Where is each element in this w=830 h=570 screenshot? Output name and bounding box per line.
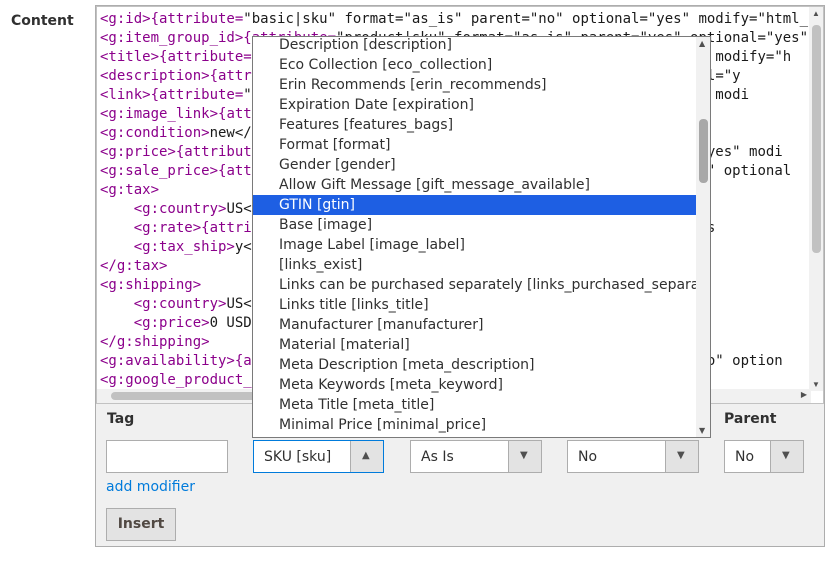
code-token: {attribute= [150,87,244,103]
code-token: {attribute= [150,11,244,27]
scroll-down-icon[interactable]: ▼ [699,426,705,435]
code-token: <g:tax_ship> [133,239,235,255]
code-token: <g:sale_price> [100,163,219,179]
add-modifier-link[interactable]: add modifier [106,479,195,495]
parent-select-value: No [735,449,755,465]
attribute-select-value: SKU [sku] [264,449,332,465]
code-token: <g:availability> [100,353,235,369]
chevron-down-icon: ▼ [782,450,790,461]
parent-select-toggle[interactable]: ▼ [770,441,803,472]
dropdown-option[interactable]: Meta Title [meta_title] [253,395,696,415]
dropdown-option[interactable]: Links can be purchased separately [links… [253,275,710,295]
code-token: <g:condition> [100,125,210,141]
chevron-down-icon: ▼ [677,450,685,461]
scroll-up-icon[interactable]: ▲ [699,39,705,48]
dropdown-option[interactable]: Description [description] [253,37,696,55]
insert-button[interactable]: Insert [106,508,176,541]
dropdown-option[interactable]: Eco Collection [eco_collection] [253,55,696,75]
code-token: {attri [201,220,252,236]
dropdown-option[interactable]: GTIN [gtin] [253,195,696,215]
attribute-dropdown-list[interactable]: Minimal Price [minimal_price] Meta Title … [252,36,711,438]
code-token: <g:country> [133,201,227,217]
parent-select[interactable]: No ▼ [724,440,804,473]
dropdown-option[interactable]: Allow Gift Message [gift_message_availab… [253,175,696,195]
code-token: <g:price> [133,315,210,331]
dropdown-option[interactable]: Erin Recommends [erin_recommends] [253,75,696,95]
dropdown-option[interactable]: Image Label [image_label] [253,235,696,255]
dropdown-option[interactable]: Base [image] [253,215,696,235]
optional-select[interactable]: No ▼ [567,440,699,473]
dropdown-scrollbar[interactable]: ▲ ▼ [696,37,710,437]
code-token: {att [218,163,252,179]
code-token: <title> [100,49,160,65]
dropdown-option[interactable]: Manufacturer [manufacturer] [253,315,696,335]
dropdown-option[interactable]: [links_exist] [253,255,696,275]
code-token: <g:image_link> [100,106,219,122]
code-token: <description> [100,68,210,84]
code-token: <g:rate> [133,220,202,236]
code-token: <g:item_group_id> [100,30,244,46]
code-token: <g:google_product_ [100,372,252,388]
chevron-down-icon: ▼ [520,450,528,461]
attribute-select-toggle[interactable]: ▲ [350,441,383,472]
code-line: <g:id>{attribute="basic|sku" format="as_… [100,10,808,29]
code-token: {attribute [175,144,261,160]
code-token: {attr [209,68,252,84]
dropdown-option[interactable]: Meta Description [meta_description] [253,355,696,375]
code-token: {attribute= [159,49,252,65]
scroll-down-icon[interactable]: ▼ [812,380,820,389]
dropdown-option[interactable]: Gender [gender] [253,155,696,175]
dropdown-option[interactable]: Expiration Date [expiration] [253,95,696,115]
chevron-up-icon: ▲ [362,450,370,461]
scroll-right-icon[interactable]: ▶ [801,390,807,399]
code-token: <g:shipping> [100,277,202,293]
editor-scroll-thumb[interactable] [812,25,821,253]
scroll-up-icon[interactable]: ▲ [812,9,820,18]
editor-vertical-scrollbar[interactable]: ▲ ▼ [809,7,823,391]
tag-input[interactable] [106,440,228,473]
optional-select-toggle[interactable]: ▼ [665,441,698,472]
optional-select-value: No [578,449,598,465]
dropdown-option[interactable]: Minimal Price [minimal_price] [253,415,696,435]
format-select-value: As Is [421,449,454,465]
attribute-select[interactable]: SKU [sku] ▲ [253,440,384,473]
code-token: <g:id> [100,11,151,27]
code-token: "basic|sku" format="as_is" parent="no" o… [243,11,809,27]
code-token: </g:tax> [100,258,168,274]
code-token: <g:country> [133,296,227,312]
dropdown-option[interactable]: Material [material] [253,335,696,355]
code-token: <g:tax> [100,182,160,198]
dropdown-option[interactable]: Links title [links_title] [253,295,696,315]
dropdown-scroll-thumb[interactable] [699,119,708,183]
format-select[interactable]: As Is ▼ [410,440,542,473]
dropdown-option[interactable]: Format [format] [253,135,696,155]
code-token: </g:shipping> [100,334,210,350]
editor-hscroll-thumb[interactable] [111,392,261,400]
parent-column-header: Parent [724,411,777,427]
tag-column-header: Tag [107,411,135,427]
code-token: {att [218,106,252,122]
format-select-toggle[interactable]: ▼ [508,441,541,472]
dropdown-option[interactable]: Meta Keywords [meta_keyword] [253,375,696,395]
code-token: <link> [100,87,151,103]
dropdown-option[interactable]: Features [features_bags] [253,115,696,135]
code-token: <g:price> [100,144,176,160]
content-label: Content [11,13,74,29]
